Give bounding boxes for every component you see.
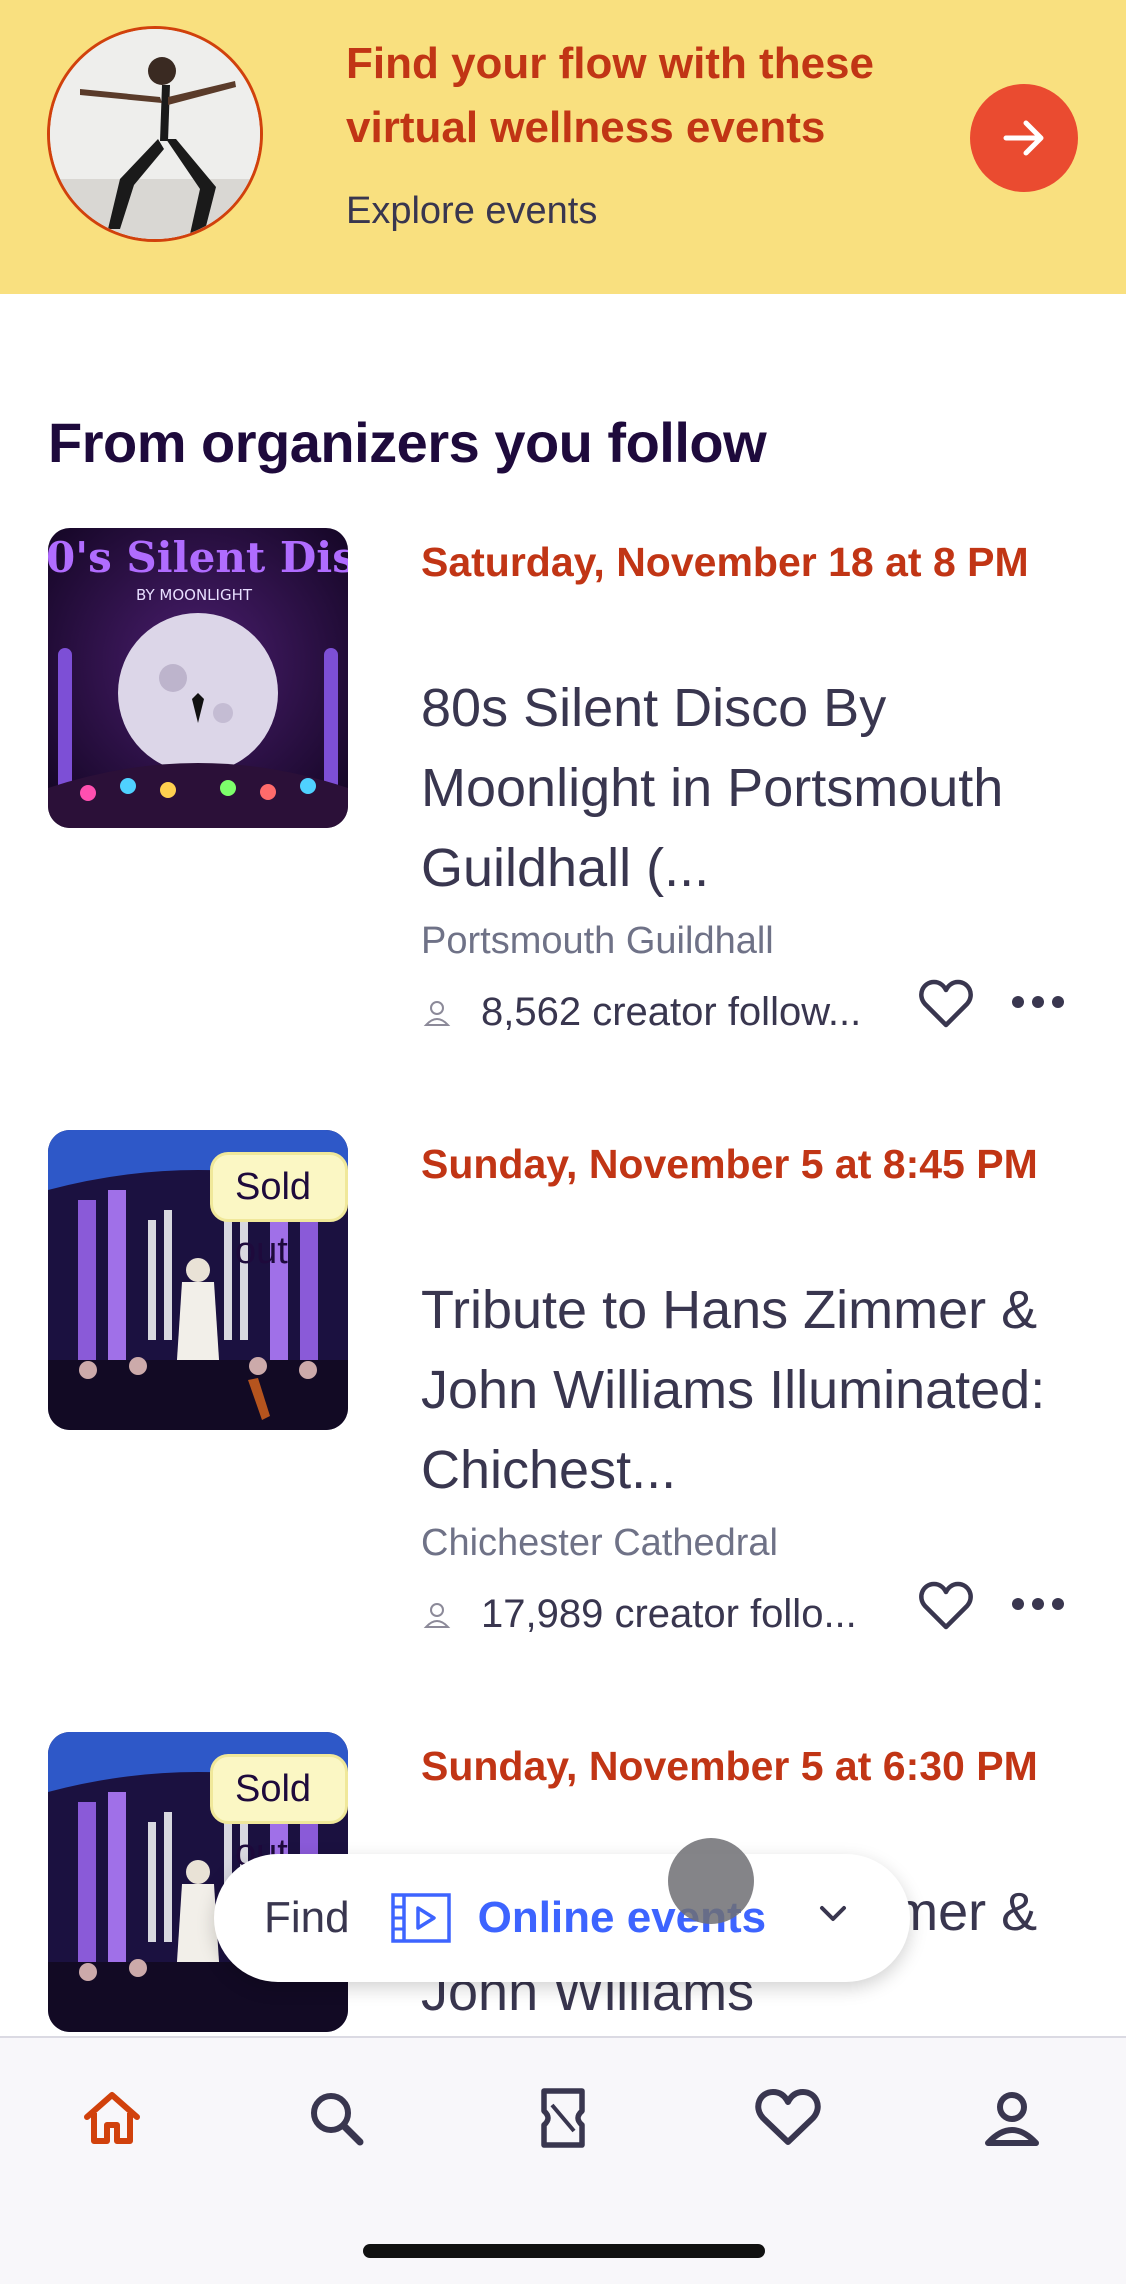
person-icon: [421, 1599, 453, 1631]
heart-icon: [755, 2089, 821, 2145]
find-label: Find: [264, 1893, 350, 1942]
heart-icon[interactable]: [918, 1580, 974, 1637]
heart-icon[interactable]: [918, 978, 974, 1035]
ticket-icon: [541, 2088, 585, 2148]
event-title[interactable]: 80s Silent Disco By Moonlight in Portsmo…: [421, 668, 1081, 908]
event-date: Sunday, November 5 at 8:45 PM: [421, 1141, 1038, 1187]
promo-banner[interactable]: Find your flow with these virtual wellne…: [0, 0, 1126, 294]
event-venue: Chichester Cathedral: [421, 1522, 778, 1564]
tab-likes[interactable]: [748, 2078, 828, 2158]
tab-home[interactable]: [72, 2078, 152, 2158]
arrow-right-icon: [1003, 120, 1044, 156]
event-title[interactable]: Tribute to Hans Zimmer & John Williams I…: [421, 1270, 1081, 1510]
promo-arrow-button[interactable]: [970, 84, 1078, 192]
more-options-icon[interactable]: [1012, 1598, 1064, 1610]
event-image: 0's Silent Disc BY MOONLIGHT: [48, 528, 348, 828]
sold-out-badge: Sold out: [210, 1754, 348, 1874]
find-events-pill[interactable]: Find Online events: [214, 1854, 910, 1982]
section-title: From organizers you follow: [48, 411, 767, 474]
event-date: Sunday, November 5 at 6:30 PM: [421, 1743, 1038, 1789]
sold-out-badge: Sold out: [210, 1152, 348, 1272]
home-indicator: [363, 2244, 765, 2258]
event-image-subtitle: BY MOONLIGHT: [136, 586, 253, 604]
explore-events-link[interactable]: Explore events: [346, 190, 597, 233]
event-followers: 8,562 creator follow...: [421, 990, 861, 1035]
touch-indicator: [668, 1838, 754, 1924]
tab-profile[interactable]: [972, 2078, 1052, 2158]
event-image: Sold out: [48, 1130, 348, 1430]
promo-image: [47, 26, 263, 242]
person-icon: [421, 997, 453, 1029]
event-venue: Portsmouth Guildhall: [421, 920, 774, 962]
home-icon: [84, 2092, 140, 2144]
event-date: Saturday, November 18 at 8 PM: [421, 539, 1029, 585]
more-options-icon[interactable]: [1012, 996, 1064, 1008]
followers-count: 8,562 creator follow...: [481, 990, 862, 1034]
tab-tickets[interactable]: [523, 2078, 603, 2158]
event-followers: 17,989 creator follo...: [421, 1592, 857, 1637]
profile-icon: [985, 2092, 1039, 2146]
search-icon: [311, 2093, 364, 2146]
event-image-title: 0's Silent Disc: [48, 533, 348, 582]
promo-title: Find your flow with these virtual wellne…: [346, 39, 874, 152]
tab-search[interactable]: [296, 2078, 376, 2158]
followers-count: 17,989 creator follo...: [481, 1592, 857, 1636]
chevron-down-icon[interactable]: [818, 1904, 848, 1929]
online-video-icon: [390, 1892, 452, 1944]
